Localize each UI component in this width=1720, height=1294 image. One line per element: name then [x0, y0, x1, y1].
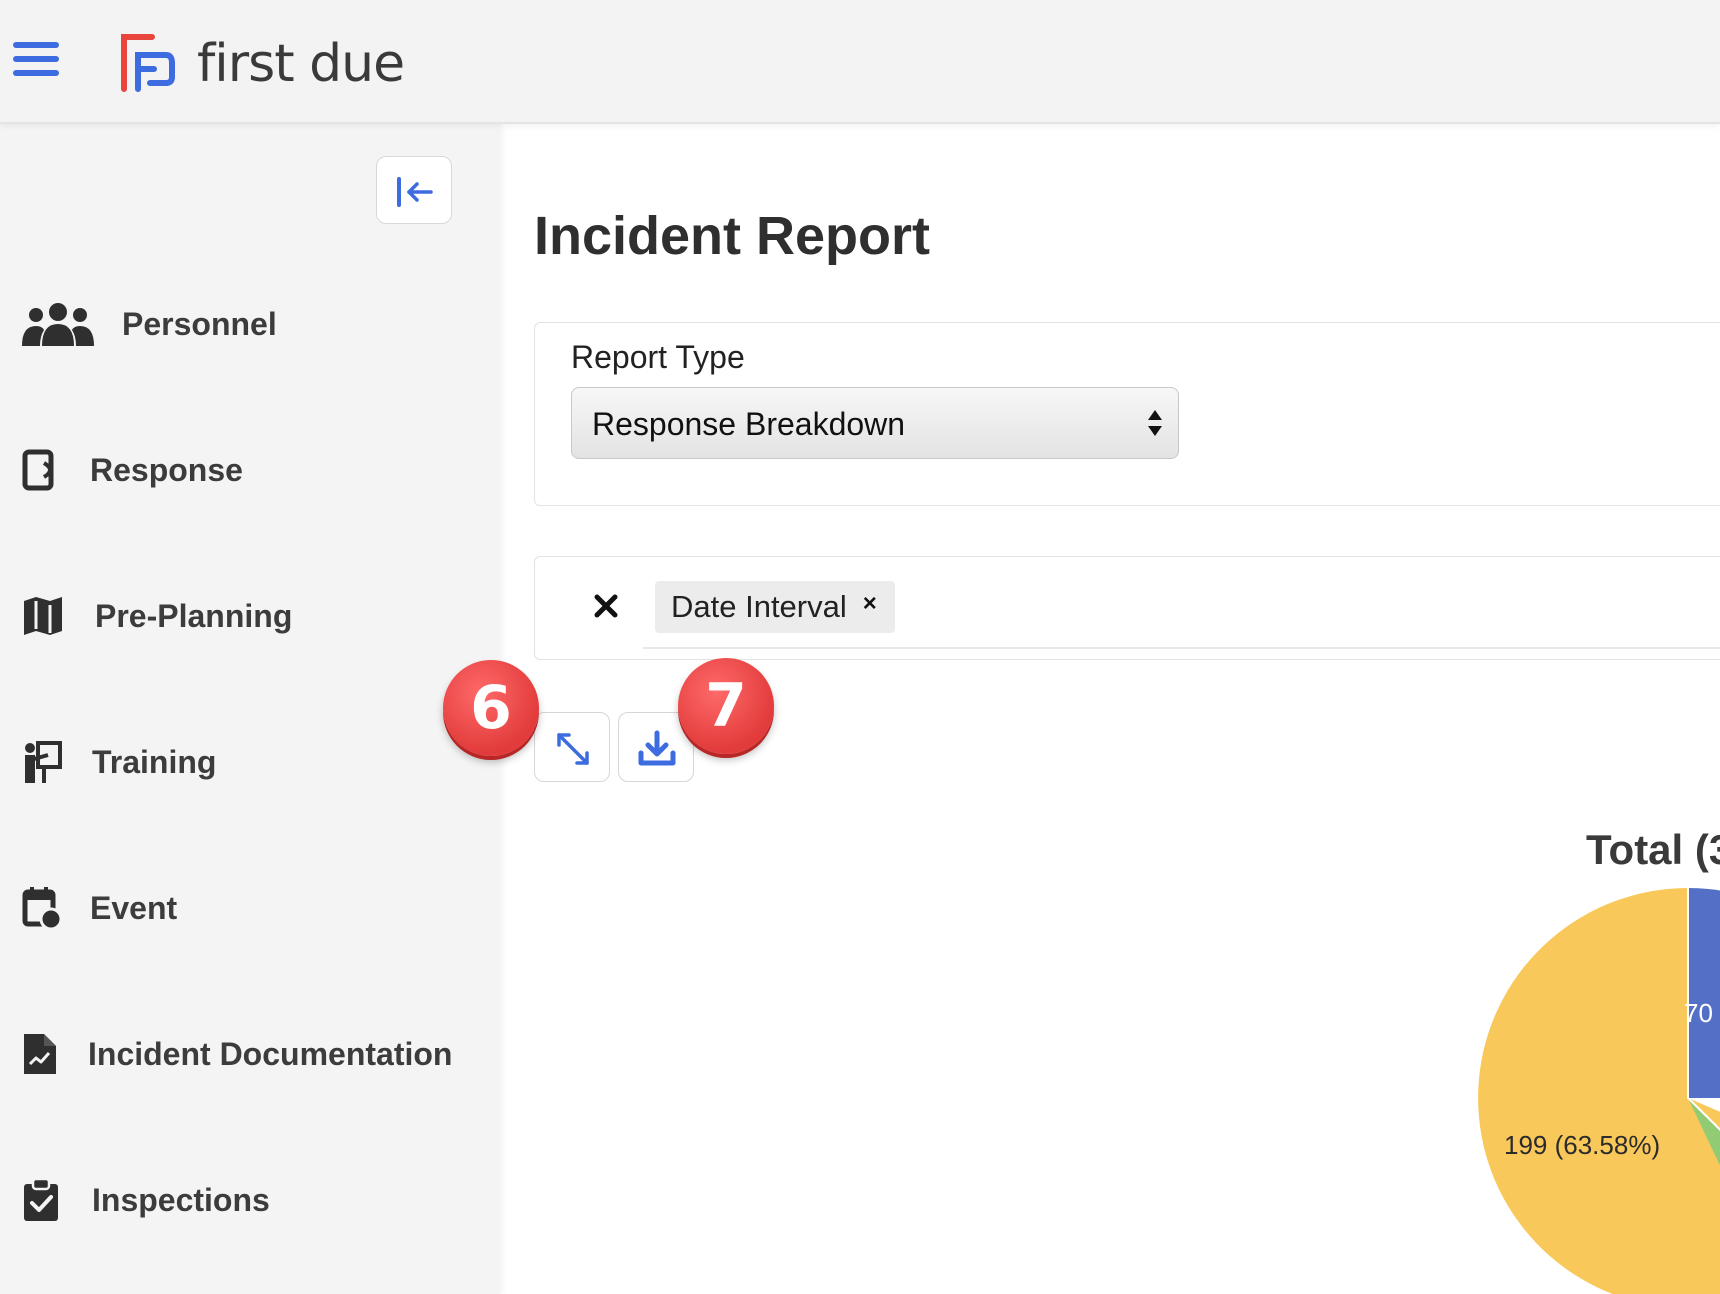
chart-title: Total (3: [1586, 826, 1720, 873]
expand-icon: [557, 733, 589, 765]
report-type-card: Report Type Response Breakdown: [534, 322, 1720, 506]
sidebar-item-response[interactable]: Response: [22, 440, 243, 500]
expand-button[interactable]: [534, 712, 610, 782]
sidebar-item-training[interactable]: Training: [22, 732, 216, 792]
filter-chip-label: Date Interval: [671, 589, 847, 624]
sidebar-item-label: Event: [90, 889, 178, 926]
sidebar-item-label: Training: [92, 743, 217, 780]
sidebar-item-label: Response: [90, 451, 243, 488]
sidebar-item-label: Inspections: [92, 1181, 270, 1218]
clear-filters-icon[interactable]: [593, 593, 619, 619]
pie-label-199: 199 (63.58%): [1504, 1130, 1661, 1160]
sidebar-item-label: Personnel: [122, 305, 277, 342]
page-title: Incident Report: [534, 206, 931, 266]
people-icon: [22, 299, 122, 349]
calendar-icon: [22, 883, 90, 933]
first-due-logo-icon: [121, 34, 175, 92]
sidebar-item-inspections[interactable]: Inspections: [22, 1170, 270, 1230]
download-icon: [638, 730, 676, 766]
pie-slice-199[interactable]: [1478, 888, 1720, 1294]
pie-label-70: 70: [1684, 998, 1713, 1028]
report-type-select[interactable]: Response Breakdown: [571, 387, 1179, 459]
hamburger-menu-icon[interactable]: [13, 42, 59, 78]
report-type-label: Report Type: [571, 339, 745, 375]
map-icon: [22, 591, 95, 641]
filter-chip-date-interval[interactable]: Date Interval ×: [655, 581, 895, 633]
tablet-icon: [22, 445, 90, 495]
filter-input-underline: [643, 647, 1720, 649]
sidebar-item-personnel[interactable]: Personnel: [22, 294, 277, 354]
collapse-left-icon: [397, 177, 433, 207]
annotation-badge-7: 7: [678, 658, 774, 754]
remove-chip-icon[interactable]: ×: [863, 590, 877, 618]
sidebar-item-pre-planning[interactable]: Pre-Planning: [22, 586, 292, 646]
annotation-badge-6: 6: [443, 660, 539, 756]
sidebar: Personnel Response Pre-Planning Training…: [0, 124, 500, 1294]
brand-name: first due: [197, 34, 405, 94]
select-arrows-icon: [1148, 410, 1162, 436]
clipboard-check-icon: [22, 1175, 92, 1225]
sidebar-item-label: Pre-Planning: [95, 597, 293, 634]
report-type-value: Response Breakdown: [592, 406, 906, 442]
presentation-icon: [22, 737, 92, 787]
filter-card: Date Interval ×: [534, 556, 1720, 660]
pie-chart: [1478, 888, 1720, 1294]
top-bar: first due: [0, 0, 1720, 124]
sidebar-item-event[interactable]: Event: [22, 878, 177, 938]
pie-slice-70[interactable]: [1688, 888, 1720, 1098]
collapse-sidebar-button[interactable]: [376, 156, 452, 224]
sidebar-item-incident-documentation[interactable]: Incident Documentation: [22, 1024, 452, 1084]
sidebar-item-label: Incident Documentation: [88, 1035, 453, 1072]
document-chart-icon: [22, 1029, 88, 1079]
